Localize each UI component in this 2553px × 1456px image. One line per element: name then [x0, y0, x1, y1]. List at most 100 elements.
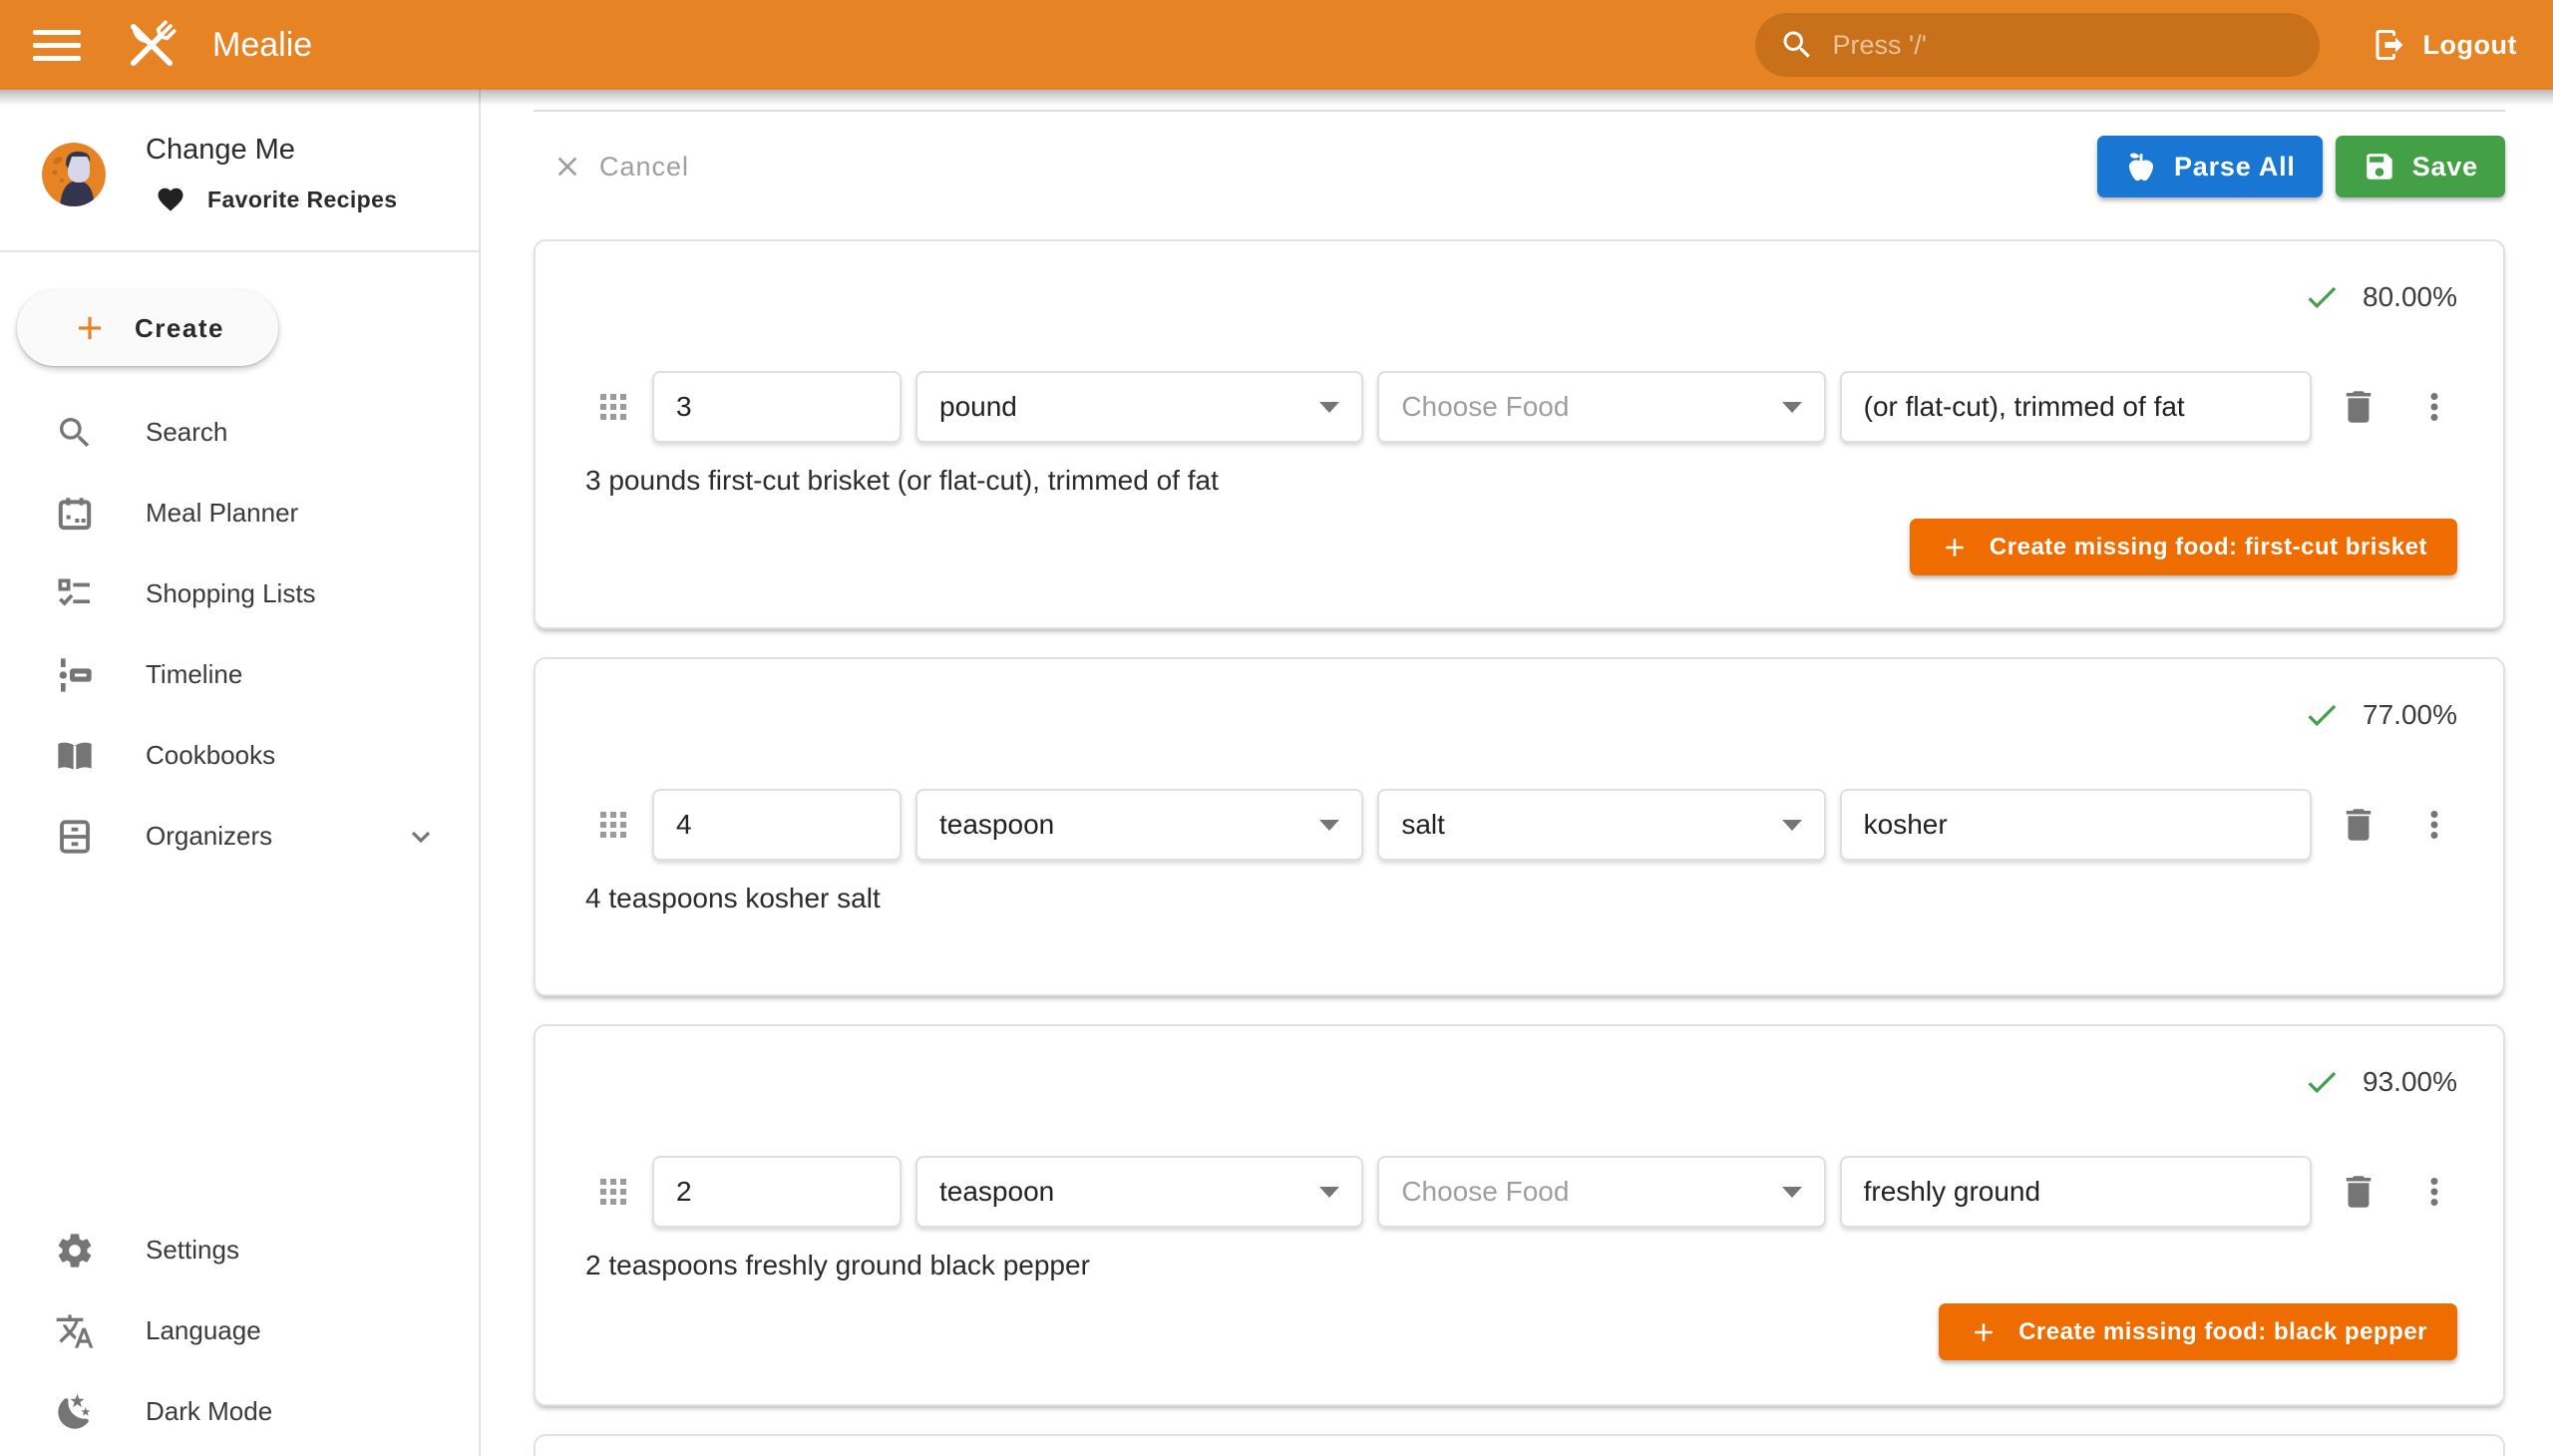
favorite-recipes-link[interactable]: Favorite Recipes	[156, 184, 397, 214]
create-missing-food-button[interactable]: Create missing food: black pepper	[1939, 1303, 2457, 1360]
sidebar-nav: Search Meal Planner Shopping Lists Timel…	[0, 392, 479, 877]
sidebar-item-label: Organizers	[146, 821, 272, 852]
delete-ingredient-button[interactable]	[2336, 384, 2381, 430]
note-field[interactable]	[1840, 371, 2312, 443]
sidebar-item-label: Cookbooks	[146, 740, 275, 771]
ingredient-menu-button[interactable]	[2411, 384, 2457, 430]
confidence-row: 80.00%	[585, 277, 2457, 317]
chevron-down-icon	[1782, 820, 1802, 831]
confidence-row: 77.00%	[585, 695, 2457, 735]
parse-all-label: Parse All	[2174, 152, 2296, 182]
sidebar-item-label: Language	[146, 1315, 261, 1346]
sidebar-item-search[interactable]: Search	[0, 392, 479, 473]
sidebar-item-shopping-lists[interactable]: Shopping Lists	[0, 553, 479, 634]
plus-icon	[1940, 533, 1970, 562]
sidebar-item-timeline[interactable]: Timeline	[0, 634, 479, 715]
create-button[interactable]: Create	[17, 290, 278, 366]
plus-icon	[71, 309, 109, 347]
ingredient-card-partial	[534, 1434, 2505, 1456]
logout-button[interactable]: Logout	[2360, 17, 2529, 73]
unit-value: teaspoon	[939, 809, 1054, 841]
unit-select[interactable]: teaspoon	[915, 789, 1363, 861]
note-input[interactable]	[1864, 809, 2288, 841]
kebab-menu-icon	[2413, 1171, 2455, 1213]
close-icon	[551, 151, 583, 182]
favorite-recipes-label: Favorite Recipes	[207, 186, 397, 213]
confidence-value: 77.00%	[2363, 699, 2457, 731]
parser-toolbar: Cancel Parse All Save	[534, 136, 2505, 197]
note-input[interactable]	[1864, 391, 2288, 423]
kebab-menu-icon	[2413, 804, 2455, 846]
original-ingredient-text: 3 pounds first-cut brisket (or flat-cut)…	[585, 465, 2457, 497]
calendar-icon	[55, 494, 95, 534]
sidebar-item-cookbooks[interactable]: Cookbooks	[0, 715, 479, 796]
ingredient-card: 93.00% teaspoon Choose Food 2 teaspoons …	[534, 1024, 2505, 1406]
check-icon	[2303, 696, 2341, 734]
chevron-down-icon	[1782, 1187, 1802, 1198]
open-book-icon	[55, 736, 95, 776]
ingredient-field-row: pound Choose Food	[585, 371, 2457, 443]
timeline-icon	[55, 655, 95, 695]
create-label: Create	[135, 313, 224, 344]
delete-ingredient-button[interactable]	[2336, 1169, 2381, 1215]
drawers-icon	[55, 817, 95, 857]
plus-icon	[1969, 1317, 1999, 1347]
create-missing-food-button[interactable]: Create missing food: first-cut brisket	[1910, 519, 2457, 575]
moon-stars-icon	[55, 1392, 95, 1432]
cancel-button[interactable]: Cancel	[542, 145, 699, 188]
drag-handle-icon[interactable]	[600, 1179, 626, 1205]
user-name: Change Me	[146, 134, 397, 167]
delete-ingredient-button[interactable]	[2336, 802, 2381, 848]
note-field[interactable]	[1840, 789, 2312, 861]
sidebar-item-language[interactable]: Language	[0, 1290, 479, 1371]
drag-handle-icon[interactable]	[600, 394, 626, 420]
original-ingredient-text: 4 teaspoons kosher salt	[585, 883, 2457, 914]
note-field[interactable]	[1840, 1156, 2312, 1228]
apple-icon	[2124, 150, 2158, 183]
confidence-value: 80.00%	[2363, 281, 2457, 313]
save-icon	[2363, 150, 2396, 183]
sidebar-item-dark-mode[interactable]: Dark Mode	[0, 1371, 479, 1452]
checklist-icon	[55, 574, 95, 614]
sidebar-item-organizers[interactable]: Organizers	[0, 796, 479, 877]
ingredient-card: 77.00% teaspoon salt 4 teaspoons kosher …	[534, 657, 2505, 996]
search-input[interactable]	[1833, 30, 2296, 61]
ingredient-parser-page: Cancel Parse All Save 80.00%	[481, 90, 2553, 1456]
save-button[interactable]: Save	[2336, 136, 2505, 197]
unit-value: teaspoon	[939, 1176, 1054, 1208]
quantity-field[interactable]	[652, 789, 902, 861]
ingredient-menu-button[interactable]	[2411, 802, 2457, 848]
note-input[interactable]	[1864, 1176, 2288, 1208]
quantity-input[interactable]	[676, 809, 878, 841]
create-missing-food-label: Create missing food: black pepper	[2018, 1318, 2427, 1346]
gear-icon	[55, 1231, 95, 1271]
drag-handle-icon[interactable]	[600, 812, 626, 838]
chevron-down-icon	[1319, 1187, 1339, 1198]
crossed-fork-knife-icon	[119, 12, 184, 78]
global-search[interactable]	[1755, 13, 2320, 77]
unit-select[interactable]: teaspoon	[915, 1156, 1363, 1228]
food-select[interactable]: Choose Food	[1377, 371, 1825, 443]
check-icon	[2303, 278, 2341, 316]
food-select[interactable]: salt	[1377, 789, 1825, 861]
confidence-row: 93.00%	[585, 1062, 2457, 1102]
sidebar-item-meal-planner[interactable]: Meal Planner	[0, 473, 479, 553]
quantity-field[interactable]	[652, 1156, 902, 1228]
cancel-label: Cancel	[599, 152, 689, 182]
trash-icon	[2338, 386, 2379, 428]
quantity-input[interactable]	[676, 1176, 878, 1208]
unit-select[interactable]: pound	[915, 371, 1363, 443]
quantity-field[interactable]	[652, 371, 902, 443]
parse-all-button[interactable]: Parse All	[2097, 136, 2323, 197]
avatar[interactable]	[42, 143, 106, 206]
food-select[interactable]: Choose Food	[1377, 1156, 1825, 1228]
hamburger-menu-icon[interactable]	[33, 25, 81, 65]
unit-value: pound	[939, 391, 1017, 423]
ingredient-menu-button[interactable]	[2411, 1169, 2457, 1215]
create-missing-food-label: Create missing food: first-cut brisket	[1990, 534, 2427, 561]
quantity-input[interactable]	[676, 391, 878, 423]
sidebar-item-settings[interactable]: Settings	[0, 1210, 479, 1290]
food-value: salt	[1401, 809, 1445, 841]
magnify-icon	[55, 413, 95, 453]
sidebar-footer: Settings Language Dark Mode	[0, 1210, 479, 1456]
